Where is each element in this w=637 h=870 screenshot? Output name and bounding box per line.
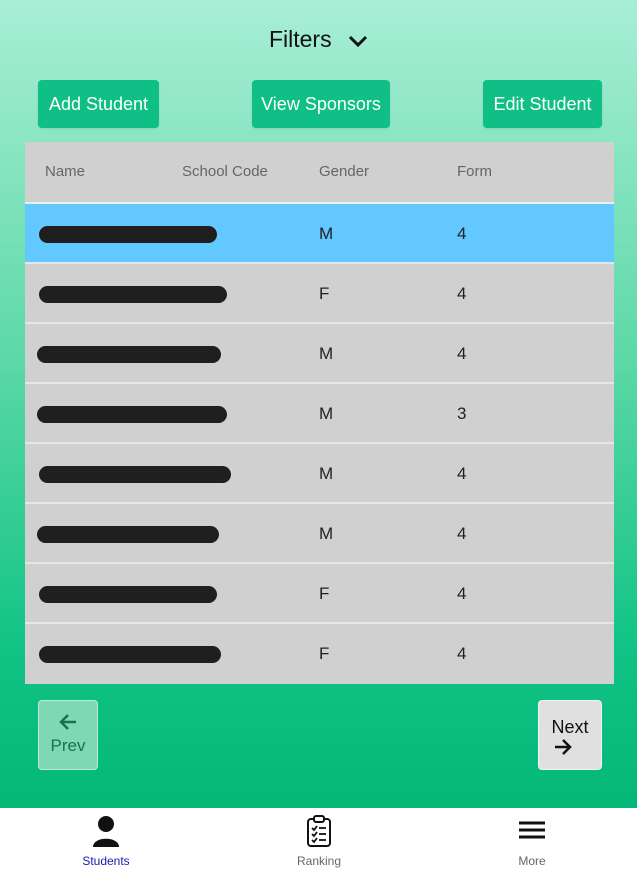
table-row[interactable]: M 3 xyxy=(25,384,614,444)
form-cell: 4 xyxy=(457,524,467,543)
gender-cell: F xyxy=(319,284,330,303)
table-row[interactable]: F 4 xyxy=(25,264,614,324)
form-cell: 4 xyxy=(457,344,467,363)
form-cell: 4 xyxy=(457,224,467,243)
gender-cell: M xyxy=(319,224,334,243)
redacted-name xyxy=(37,346,221,363)
tab-more[interactable]: More xyxy=(472,808,592,870)
table-row[interactable]: F 4 xyxy=(25,564,614,624)
form-cell: 3 xyxy=(457,404,467,423)
redacted-name xyxy=(39,286,227,303)
clipboard-icon xyxy=(307,815,331,847)
person-icon xyxy=(93,816,119,847)
table-row[interactable]: M 4 xyxy=(25,324,614,384)
redacted-name xyxy=(39,226,217,243)
edit-student-button[interactable]: Edit Student xyxy=(483,80,602,128)
redacted-name xyxy=(39,586,217,603)
filters-label: Filters xyxy=(268,26,332,52)
tab-label: More xyxy=(518,854,546,868)
add-student-button[interactable]: Add Student xyxy=(38,80,159,128)
arrow-right-icon xyxy=(539,738,601,761)
chevron-down-icon xyxy=(348,27,368,54)
table-row[interactable]: M 4 xyxy=(25,444,614,504)
column-header-form[interactable]: Form xyxy=(457,163,492,180)
table-row[interactable]: M 4 xyxy=(25,504,614,564)
arrow-left-icon xyxy=(39,713,97,736)
students-table: Name School Code Gender Form M 4 F 4 M 4… xyxy=(25,142,614,684)
form-cell: 4 xyxy=(457,584,467,603)
tab-label: Students xyxy=(82,854,130,868)
table-row[interactable]: F 4 xyxy=(25,624,614,684)
redacted-name xyxy=(39,646,221,663)
form-cell: 4 xyxy=(457,284,467,303)
form-cell: 4 xyxy=(457,464,467,483)
gender-cell: M xyxy=(319,464,334,483)
redacted-name xyxy=(37,406,227,423)
gender-cell: M xyxy=(319,344,334,363)
tab-label: Ranking xyxy=(296,854,342,868)
filters-toggle[interactable]: Filters xyxy=(0,26,637,54)
gender-cell: F xyxy=(319,584,330,603)
column-header-gender[interactable]: Gender xyxy=(319,163,369,180)
menu-icon xyxy=(519,821,545,839)
next-button[interactable]: Next xyxy=(538,700,602,770)
tab-students[interactable]: Students xyxy=(46,808,166,870)
next-label: Next xyxy=(551,717,589,737)
table-header: Name School Code Gender Form xyxy=(25,142,614,204)
form-cell: 4 xyxy=(457,644,467,663)
tab-ranking[interactable]: Ranking xyxy=(259,808,379,870)
gender-cell: F xyxy=(319,644,330,663)
column-header-school-code[interactable]: School Code xyxy=(182,163,268,180)
prev-label: Prev xyxy=(50,736,86,755)
column-header-name[interactable]: Name xyxy=(45,163,85,180)
redacted-name xyxy=(37,526,219,543)
gender-cell: M xyxy=(319,404,334,423)
view-sponsors-button[interactable]: View Sponsors xyxy=(252,80,390,128)
gender-cell: M xyxy=(319,524,334,543)
prev-button[interactable]: Prev xyxy=(38,700,98,770)
bottom-tab-bar: Students Ranking More xyxy=(0,808,637,870)
table-row[interactable]: M 4 xyxy=(25,204,614,264)
redacted-name xyxy=(39,466,231,483)
